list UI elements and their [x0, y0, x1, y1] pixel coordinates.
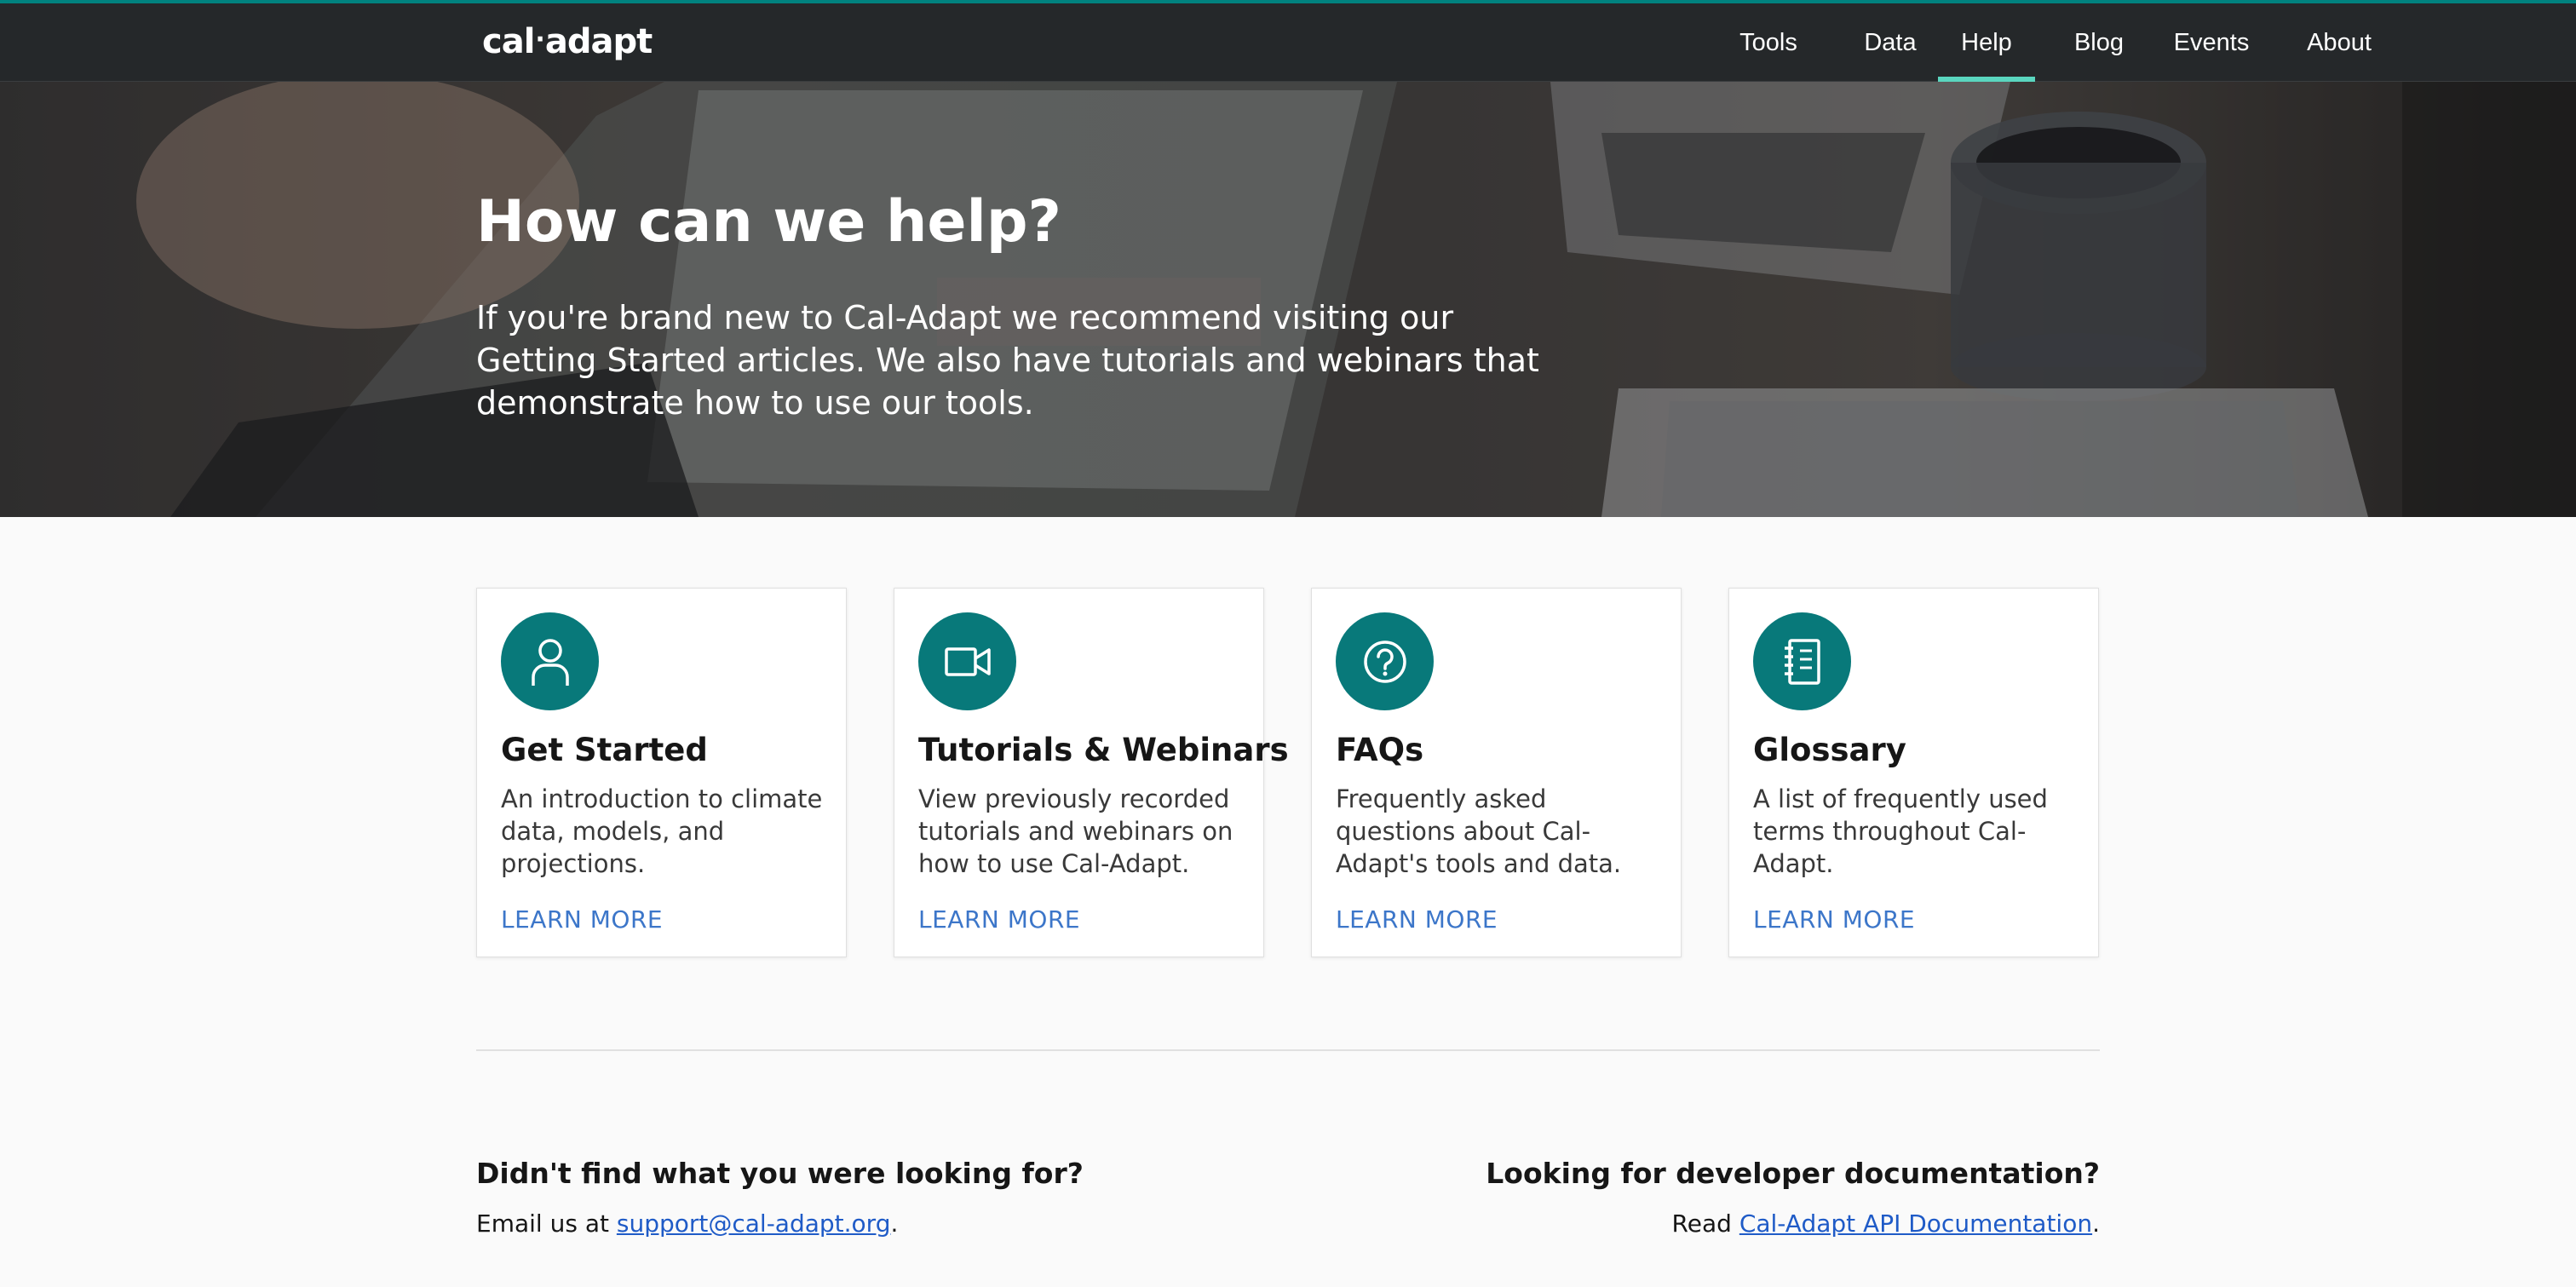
card-title: Tutorials & Webinars [918, 732, 1289, 768]
card-glossary[interactable]: Glossary A list of frequently used terms… [1728, 588, 2099, 957]
support-email-link[interactable]: support@cal-adapt.org [617, 1209, 891, 1238]
learn-more-link[interactable]: LEARN MORE [1336, 905, 1498, 934]
notebook-icon [1753, 612, 1851, 710]
nav-item-label: Data [1864, 28, 1917, 56]
learn-more-link[interactable]: LEARN MORE [918, 905, 1080, 934]
section-divider [476, 1049, 2100, 1051]
nav-item-label: About [2307, 28, 2372, 56]
nav-item-label: Help [1961, 28, 2012, 56]
contact-text: Email us at support@cal-adapt.org. [476, 1209, 898, 1238]
api-documentation-link[interactable]: Cal-Adapt API Documentation [1739, 1209, 2092, 1238]
nav-item-events[interactable]: Events [2155, 3, 2268, 82]
contact-suffix: . [890, 1209, 899, 1238]
learn-more-link[interactable]: LEARN MORE [1753, 905, 1915, 934]
logo-text-right: adapt [544, 22, 653, 61]
card-title: Glossary [1753, 732, 1906, 768]
cal-adapt-logo[interactable]: cal·adapt [482, 22, 653, 61]
card-description: An introduction to climate data, models,… [501, 784, 823, 878]
nav-item-label: Tools [1739, 28, 1797, 56]
nav-item-data[interactable]: Data [1848, 3, 1933, 82]
contact-prefix: Email us at [476, 1209, 617, 1238]
logo-dot: · [535, 25, 544, 55]
card-title: Get Started [501, 732, 708, 768]
card-description: View previously recorded tutorials and w… [918, 784, 1233, 878]
learn-more-link[interactable]: LEARN MORE [501, 905, 663, 934]
logo-text-left: cal [482, 22, 535, 61]
nav-item-tools[interactable]: Tools [1721, 3, 1816, 82]
nav-item-blog[interactable]: Blog [2056, 3, 2142, 82]
card-get-started[interactable]: Get Started An introduction to climate d… [476, 588, 847, 957]
card-title: FAQs [1336, 732, 1424, 768]
hero-banner: How can we help? If you're brand new to … [0, 82, 2576, 517]
top-navbar: cal·adapt Tools Data Help Blog Events Ab… [0, 0, 2576, 82]
docs-suffix: . [2092, 1209, 2100, 1238]
nav-item-label: Blog [2073, 28, 2125, 56]
video-camera-icon [918, 612, 1016, 710]
nav-item-label: Events [2173, 28, 2250, 56]
card-description: A list of frequently used terms througho… [1753, 784, 2048, 878]
question-circle-icon [1336, 612, 1434, 710]
docs-prefix: Read [1671, 1209, 1739, 1238]
contact-heading: Didn't find what you were looking for? [476, 1157, 1084, 1190]
page-title: How can we help? [476, 188, 1061, 256]
person-icon [501, 612, 599, 710]
card-faqs[interactable]: FAQs Frequently asked questions about Ca… [1311, 588, 1682, 957]
hero-subtitle: If you're brand new to Cal-Adapt we reco… [476, 299, 1539, 422]
nav-item-about[interactable]: About [2283, 3, 2395, 82]
nav-item-help[interactable]: Help [1938, 3, 2035, 82]
developer-docs-text: Read Cal-Adapt API Documentation. [1672, 1209, 2100, 1238]
card-description: Frequently asked questions about Cal-Ada… [1336, 784, 1622, 878]
developer-docs-heading: Looking for developer documentation? [1486, 1157, 2100, 1190]
card-tutorials-webinars[interactable]: Tutorials & Webinars View previously rec… [894, 588, 1289, 957]
